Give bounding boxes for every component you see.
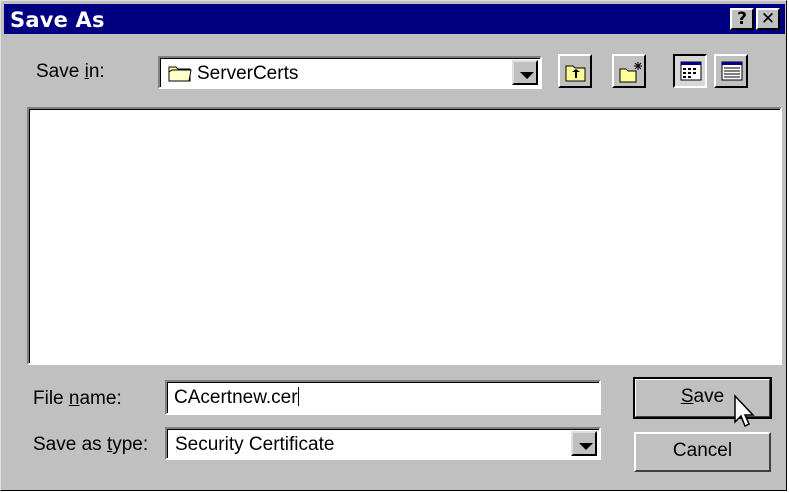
cancel-button[interactable]: Cancel bbox=[634, 432, 771, 472]
new-folder-button[interactable] bbox=[612, 54, 646, 88]
list-view-button[interactable] bbox=[673, 54, 707, 88]
save-as-type-label: Save as type: bbox=[33, 434, 149, 455]
save-in-value: ServerCerts bbox=[197, 63, 299, 84]
chevron-down-icon bbox=[520, 72, 534, 79]
help-icon: ? bbox=[737, 9, 747, 29]
close-icon: ✕ bbox=[760, 9, 776, 29]
file-name-label: File name: bbox=[33, 388, 122, 409]
help-button[interactable]: ? bbox=[730, 8, 754, 30]
save-in-label: Save in: bbox=[36, 61, 105, 82]
mouse-pointer-icon bbox=[733, 394, 759, 435]
file-list-pane[interactable] bbox=[27, 107, 782, 365]
save-as-type-value: Security Certificate bbox=[175, 434, 335, 455]
window-title: Save As bbox=[10, 8, 105, 32]
text-caret bbox=[297, 387, 299, 406]
close-button[interactable]: ✕ bbox=[756, 8, 780, 30]
save-as-dialog: Save As ? ✕ Save in: ServerCerts File na… bbox=[0, 0, 787, 491]
file-name-input[interactable]: CAcertnew.cer bbox=[165, 380, 601, 415]
save-as-type-dropdown-button[interactable] bbox=[571, 431, 597, 456]
save-in-dropdown-button[interactable] bbox=[512, 60, 538, 85]
save-as-type-combo[interactable]: Security Certificate bbox=[165, 427, 601, 460]
folder-icon bbox=[168, 64, 192, 87]
details-view-button[interactable] bbox=[714, 54, 748, 88]
chevron-down-icon bbox=[579, 443, 593, 450]
file-name-value: CAcertnew.cer bbox=[174, 387, 298, 408]
save-in-combo[interactable]: ServerCerts bbox=[158, 56, 542, 89]
up-one-level-button[interactable] bbox=[558, 54, 592, 88]
title-bar[interactable]: Save As ? ✕ bbox=[4, 4, 785, 34]
